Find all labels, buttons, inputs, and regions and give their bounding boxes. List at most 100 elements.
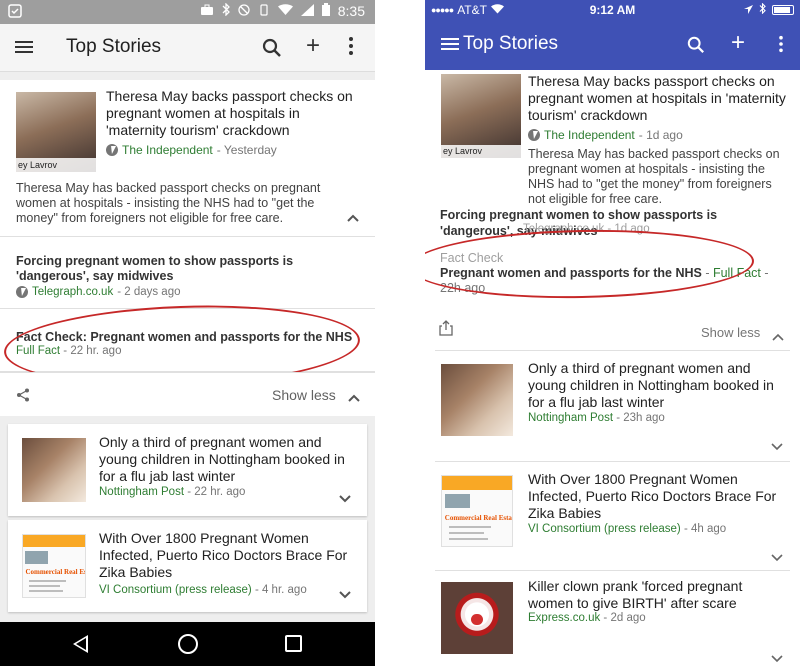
story-source: Express.co.uk - 2d ago [528,612,646,624]
show-less-button[interactable]: Show less [272,387,336,403]
story-thumbnail[interactable]: Commercial Real Estate [441,475,513,547]
divider [0,236,375,237]
ios-status-bar: ●●●●● AT&T 9:12 AM [425,0,800,20]
source-name[interactable]: VI Consortium (press release) [99,584,252,596]
story-headline[interactable]: With Over 1800 Pregnant Women Infected, … [528,471,783,522]
story-age: - 22 hr. ago [184,486,246,498]
chevron-down-icon[interactable] [771,438,783,456]
vibrate-icon [258,3,270,19]
story-headline[interactable]: Killer clown prank 'forced pregnant wome… [528,578,783,612]
thumbnail-caption: ey Lavrov [441,145,521,158]
story-headline[interactable]: With Over 1800 Pregnant Women Infected, … [99,530,351,581]
story-age: - 4 hr. ago [251,584,307,596]
source-name[interactable]: Nottingham Post [528,412,613,424]
source-name[interactable]: Nottingham Post [99,486,184,498]
divider [435,461,790,462]
share-icon[interactable] [439,320,453,341]
divider [435,350,790,351]
story-age: - 4h ago [680,523,727,535]
story-source: Nottingham Post - 22 hr. ago [99,486,245,498]
story-source: Nottingham Post - 23h ago [528,412,665,424]
thumbnail-text: Commercial Real Estate [444,513,513,522]
back-icon[interactable] [73,635,88,653]
chevron-up-icon[interactable] [772,328,784,346]
thumbnail-caption: ey Lavrov [16,158,96,172]
source-name[interactable]: The Independent [122,143,213,157]
add-icon[interactable]: + [306,34,320,58]
android-status-bar: 8:35 [0,0,375,24]
mute-icon [238,3,250,19]
amp-bolt-icon [528,129,540,141]
source-name[interactable]: Express.co.uk [528,612,600,624]
amp-bolt-icon [16,286,28,298]
chevron-down-icon[interactable] [339,586,351,604]
main-story-card[interactable]: ey Lavrov Theresa May backs passport che… [0,80,375,393]
source-name[interactable]: Telegraph.co.uk [32,286,113,298]
main-story-source: The Independent - 1d ago [528,128,683,142]
android-app-bar: Top Stories + [0,24,375,72]
chevron-down-icon[interactable] [771,650,783,666]
bluetooth-icon [759,2,766,17]
source-name[interactable]: The Independent [544,128,635,142]
story-card[interactable]: Only a third of pregnant women and young… [425,352,800,460]
show-less-button[interactable]: Show less [701,325,760,340]
main-story-headline[interactable]: Theresa May backs passport checks on pre… [106,88,360,139]
source-name[interactable]: VI Consortium (press release) [528,523,681,535]
android-screen: 8:35 Top Stories + ey Lavrov Theresa May… [0,0,375,666]
chevron-up-icon[interactable] [348,389,360,407]
story-age: - Yesterday [216,143,277,157]
story-age: - 2 days ago [117,286,181,298]
story-age: - 2d ago [600,612,646,624]
hamburger-menu-icon[interactable] [441,36,459,57]
battery-icon [321,3,330,19]
story-thumbnail[interactable] [441,364,513,436]
story-actions-bar: Show less [0,372,375,416]
story-age: - 1d ago [638,128,683,142]
story-thumbnail[interactable]: Commercial Real Estate [22,534,86,598]
main-story-headline[interactable]: Theresa May backs passport checks on pre… [528,73,788,124]
story-headline[interactable]: Only a third of pregnant women and young… [528,360,783,411]
page-title: Top Stories [66,36,162,57]
story-source: VI Consortium (press release) - 4 hr. ag… [99,584,307,596]
chevron-down-icon[interactable] [771,549,783,567]
story-card[interactable]: Killer clown prank 'forced pregnant wome… [425,570,800,666]
ios-screen: ●●●●● AT&T 9:12 AM Top Stories + ey Lavro… [425,0,800,666]
android-status-time: 8:35 [337,3,365,19]
collapse-chevron-up-icon[interactable] [346,210,360,228]
ios-app-bar: ●●●●● AT&T 9:12 AM Top Stories + [425,0,800,70]
hamburger-menu-icon[interactable] [14,37,36,59]
story-age: - 23h ago [613,412,665,424]
briefcase-icon [200,4,214,19]
page-title: Top Stories [463,33,559,54]
separator: - [760,266,769,280]
more-vertical-icon[interactable] [348,36,354,61]
search-icon[interactable] [262,38,282,63]
story-thumbnail[interactable]: ey Lavrov [441,74,521,158]
story-headline[interactable]: Only a third of pregnant women and young… [99,434,351,485]
search-icon[interactable] [687,36,705,59]
android-nav-bar [0,622,375,666]
related-story-headline[interactable]: Forcing pregnant women to show passports… [16,254,361,284]
thumbnail-text: Commercial Real Estate [25,568,85,577]
home-icon[interactable] [178,634,198,654]
wifi-icon [277,3,293,19]
signal-icon [300,3,314,19]
story-thumbnail[interactable] [22,438,86,502]
story-thumbnail[interactable] [441,582,513,654]
battery-icon [772,5,794,15]
chevron-down-icon[interactable] [339,490,351,508]
story-card[interactable]: Commercial Real Estate With Over 1800 Pr… [8,520,367,612]
story-thumbnail[interactable]: ey Lavrov [16,92,96,172]
recent-apps-icon[interactable] [285,635,302,652]
story-card[interactable]: Only a third of pregnant women and young… [8,424,367,516]
more-vertical-icon[interactable] [778,35,784,58]
story-source: VI Consortium (press release) - 4h ago [528,523,726,535]
amp-bolt-icon [106,144,118,156]
location-arrow-icon [744,3,753,17]
main-story-snippet: Theresa May has backed passport checks o… [16,181,321,225]
add-icon[interactable]: + [731,31,745,55]
main-story-snippet: Theresa May has backed passport checks o… [528,147,780,206]
share-icon[interactable] [16,388,30,407]
story-card[interactable]: Commercial Real Estate With Over 1800 Pr… [425,463,800,571]
main-story-source: The Independent - Yesterday [106,143,277,157]
